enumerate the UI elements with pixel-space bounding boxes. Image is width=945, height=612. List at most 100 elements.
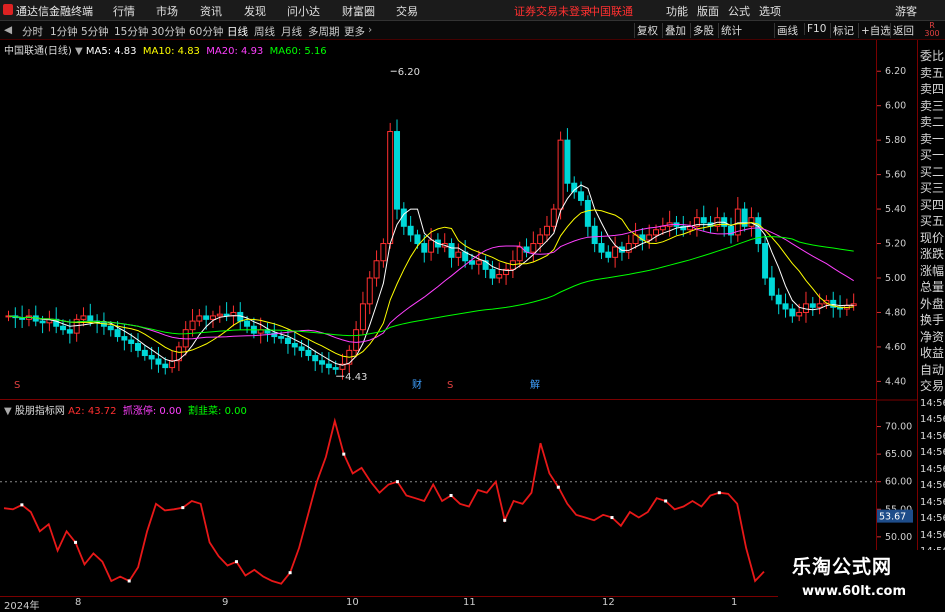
- period-30min[interactable]: 30分钟: [151, 24, 185, 39]
- candle-body: [135, 342, 142, 351]
- period-5min[interactable]: 5分钟: [81, 24, 109, 39]
- candle-body: [121, 336, 128, 341]
- side-item-25[interactable]: 14:56: [920, 461, 945, 478]
- side-item-5[interactable]: 卖一: [920, 131, 944, 148]
- indicator-point: [74, 540, 78, 544]
- period-more[interactable]: 更多: [344, 24, 365, 39]
- login-notice[interactable]: 证券交易未登录: [514, 3, 591, 19]
- side-item-27[interactable]: 14:56: [920, 494, 945, 511]
- menu-discover[interactable]: 发现: [244, 3, 266, 19]
- tool-adjust[interactable]: 复权: [634, 23, 660, 38]
- side-item-24[interactable]: 14:56: [920, 444, 945, 461]
- candle-body: [216, 313, 223, 317]
- menu-function[interactable]: 功能: [666, 3, 688, 19]
- current-stock: 中国联通: [589, 5, 633, 18]
- side-item-19[interactable]: 自动: [920, 362, 944, 379]
- period-15min[interactable]: 15分钟: [114, 24, 148, 39]
- side-item-17[interactable]: 净资: [920, 329, 944, 346]
- price-tick-label: 5.40: [885, 204, 906, 215]
- side-item-21[interactable]: 14:56: [920, 395, 945, 412]
- high-price-label: 6.20: [398, 67, 420, 78]
- candle-body: [80, 315, 87, 320]
- price-tick-label: 4.60: [885, 342, 906, 353]
- side-item-20[interactable]: 交易: [920, 378, 944, 395]
- indicator-canvas: [0, 417, 876, 585]
- price-axis: 6.20 6.00 5.80 5.60 5.40 5.20 5.00 4.80 4.60 4.40…: [876, 40, 918, 596]
- menu-wealth[interactable]: 财富圈: [342, 3, 375, 19]
- period-60min[interactable]: 60分钟: [189, 24, 223, 39]
- candle-body: [141, 349, 148, 357]
- side-item-16[interactable]: 换手: [920, 312, 944, 329]
- ma5-line: [8, 184, 854, 366]
- ma10-line: [8, 209, 854, 358]
- period-multi[interactable]: 多周期: [308, 24, 340, 39]
- candlestick-chart[interactable]: 中国联通(日线) ▼ MA5: 4.83 MA10: 4.83 MA20: 4.…: [0, 40, 876, 400]
- menu-trade[interactable]: 交易: [396, 3, 418, 19]
- date-axis: 2024年 8 9 10 11 12 1: [0, 596, 876, 612]
- candle-body: [653, 229, 660, 236]
- side-item-13[interactable]: 涨幅: [920, 263, 944, 280]
- side-item-9[interactable]: 买四: [920, 197, 944, 214]
- side-item-22[interactable]: 14:56: [920, 411, 945, 428]
- candle-body: [598, 243, 605, 253]
- candle-body: [312, 355, 319, 362]
- side-item-14[interactable]: 总量: [920, 279, 944, 296]
- side-item-23[interactable]: 14:56: [920, 428, 945, 445]
- tool-f10[interactable]: F10: [804, 23, 828, 35]
- period-1min[interactable]: 1分钟: [50, 24, 78, 39]
- period-monthly[interactable]: 月线: [281, 24, 302, 39]
- indicator-point: [503, 518, 507, 522]
- tool-draw[interactable]: 画线: [774, 23, 800, 38]
- tool-add-watchlist[interactable]: +自选: [858, 23, 893, 38]
- menu-market-quotes[interactable]: 行情: [113, 3, 135, 19]
- menu-news[interactable]: 资讯: [200, 3, 222, 19]
- guest-label[interactable]: 游客: [895, 3, 917, 19]
- candle-body: [114, 329, 121, 338]
- side-item-15[interactable]: 外盘: [920, 296, 944, 313]
- side-item-1[interactable]: 卖五: [920, 65, 944, 82]
- tool-multi-stock[interactable]: 多股: [690, 23, 716, 38]
- date-aug: 8: [75, 597, 82, 608]
- side-top-badge: R 300: [921, 22, 943, 38]
- candle-body: [543, 225, 550, 236]
- side-item-6[interactable]: 买一: [920, 147, 944, 164]
- tool-back[interactable]: 返回: [890, 23, 916, 38]
- side-item-12[interactable]: 涨跌: [920, 246, 944, 263]
- side-item-2[interactable]: 卖四: [920, 81, 944, 98]
- side-item-28[interactable]: 14:56: [920, 510, 945, 527]
- side-item-29[interactable]: 14:56: [920, 527, 945, 544]
- side-item-0[interactable]: 委比: [920, 48, 944, 65]
- side-item-7[interactable]: 买二: [920, 164, 944, 181]
- menu-formula[interactable]: 公式: [728, 3, 750, 19]
- watermark: 乐淘公式网 www.60lt.com: [778, 550, 945, 609]
- menu-market[interactable]: 市场: [156, 3, 178, 19]
- side-item-10[interactable]: 买五: [920, 213, 944, 230]
- side-item-26[interactable]: 14:56: [920, 477, 945, 494]
- more-chevron-icon[interactable]: ›: [368, 24, 372, 36]
- candle-body: [475, 260, 482, 265]
- watermark-url: www.60lt.com: [802, 584, 907, 599]
- side-item-4[interactable]: 卖二: [920, 114, 944, 131]
- period-weekly[interactable]: 周线: [254, 24, 275, 39]
- period-bar: ◀ 分时 1分钟 5分钟 15分钟 30分钟 60分钟 日线 周线 月线 多周期…: [0, 21, 945, 40]
- menu-ask[interactable]: 问小达: [287, 3, 320, 19]
- back-arrow-icon[interactable]: ◀: [4, 24, 12, 36]
- side-item-11[interactable]: 现价: [920, 230, 944, 247]
- tool-mark[interactable]: 标记: [830, 23, 856, 38]
- side-item-18[interactable]: 收益: [920, 345, 944, 362]
- candle-body: [809, 303, 816, 308]
- menu-layout[interactable]: 版面: [697, 3, 719, 19]
- side-item-8[interactable]: 买三: [920, 180, 944, 197]
- tool-overlay[interactable]: 叠加: [662, 23, 688, 38]
- candle-body: [755, 217, 762, 245]
- indicator-chart[interactable]: ▼ 股朋指标网 A2: 43.72 抓涨停: 0.00 割韭菜: 0.00: [0, 400, 876, 596]
- period-timeshare[interactable]: 分时: [22, 24, 43, 39]
- candle-body: [816, 303, 823, 308]
- candle-body: [782, 303, 789, 310]
- candle-body: [148, 355, 155, 360]
- side-item-3[interactable]: 卖三: [920, 98, 944, 115]
- candle-body: [537, 234, 544, 245]
- tool-stats[interactable]: 统计: [718, 23, 744, 38]
- menu-options[interactable]: 选项: [759, 3, 781, 19]
- period-daily[interactable]: 日线: [227, 24, 248, 39]
